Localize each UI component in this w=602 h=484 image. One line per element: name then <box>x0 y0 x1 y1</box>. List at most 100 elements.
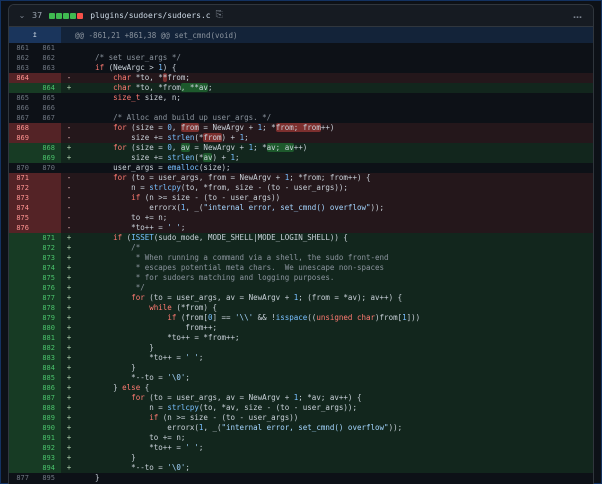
old-line-number[interactable]: 877 <box>9 473 35 483</box>
new-line-number[interactable] <box>35 213 61 223</box>
new-line-number[interactable]: 884 <box>35 363 61 373</box>
new-line-number[interactable] <box>35 183 61 193</box>
code-cell: + */ <box>61 283 593 293</box>
old-line-number[interactable]: 874 <box>9 203 35 213</box>
old-line-number[interactable]: 862 <box>9 53 35 63</box>
old-line-number[interactable]: 876 <box>9 223 35 233</box>
old-line-number[interactable] <box>9 153 35 163</box>
new-line-number[interactable]: 874 <box>35 263 61 273</box>
new-line-number[interactable]: 877 <box>35 293 61 303</box>
new-line-number[interactable]: 892 <box>35 443 61 453</box>
copy-path-icon[interactable]: ⎘ <box>216 11 223 20</box>
old-line-number[interactable] <box>9 463 35 473</box>
old-line-number[interactable] <box>9 363 35 373</box>
old-line-number[interactable]: 872 <box>9 183 35 193</box>
old-line-number[interactable] <box>9 383 35 393</box>
expand-hunk-button[interactable]: ↥ <box>9 27 61 43</box>
old-line-number[interactable] <box>9 343 35 353</box>
new-line-number[interactable]: 891 <box>35 433 61 443</box>
new-line-number[interactable] <box>35 223 61 233</box>
old-line-number[interactable] <box>9 403 35 413</box>
old-line-number[interactable] <box>9 453 35 463</box>
new-line-number[interactable]: 888 <box>35 403 61 413</box>
old-line-number[interactable] <box>9 263 35 273</box>
old-line-number[interactable]: 868 <box>9 123 35 133</box>
new-line-number[interactable]: 876 <box>35 283 61 293</box>
new-line-number[interactable]: 890 <box>35 423 61 433</box>
old-line-number[interactable] <box>9 313 35 323</box>
old-line-number[interactable] <box>9 393 35 403</box>
new-line-number[interactable]: 894 <box>35 463 61 473</box>
old-line-number[interactable] <box>9 143 35 153</box>
old-line-number[interactable] <box>9 233 35 243</box>
old-line-number[interactable]: 869 <box>9 133 35 143</box>
new-line-number[interactable]: 866 <box>35 103 61 113</box>
old-line-number[interactable] <box>9 293 35 303</box>
old-line-number[interactable] <box>9 323 35 333</box>
old-line-number[interactable] <box>9 273 35 283</box>
old-line-number[interactable] <box>9 83 35 93</box>
code-token <box>77 293 131 302</box>
new-line-number[interactable] <box>35 193 61 203</box>
new-line-number[interactable] <box>35 203 61 213</box>
old-line-number[interactable] <box>9 433 35 443</box>
new-line-number[interactable]: 889 <box>35 413 61 423</box>
new-line-number[interactable]: 871 <box>35 233 61 243</box>
new-line-number[interactable]: 887 <box>35 393 61 403</box>
old-line-number[interactable] <box>9 303 35 313</box>
old-line-number[interactable]: 875 <box>9 213 35 223</box>
new-line-number[interactable]: 880 <box>35 323 61 333</box>
new-line-number[interactable] <box>35 133 61 143</box>
code-token: errorx( <box>77 203 181 212</box>
old-line-number[interactable] <box>9 283 35 293</box>
new-line-number[interactable]: 881 <box>35 333 61 343</box>
code-line: to += n; <box>77 213 593 223</box>
old-line-number[interactable]: 863 <box>9 63 35 73</box>
old-line-number[interactable]: 866 <box>9 103 35 113</box>
new-line-number[interactable]: 873 <box>35 253 61 263</box>
old-line-number[interactable] <box>9 373 35 383</box>
new-line-number[interactable]: 895 <box>35 473 61 483</box>
old-line-number[interactable]: 864 <box>9 73 35 83</box>
new-line-number[interactable] <box>35 73 61 83</box>
new-line-number[interactable]: 882 <box>35 343 61 353</box>
new-line-number[interactable]: 893 <box>35 453 61 463</box>
new-line-number[interactable]: 872 <box>35 243 61 253</box>
old-line-number[interactable]: 873 <box>9 193 35 203</box>
new-line-number[interactable]: 868 <box>35 143 61 153</box>
old-line-number[interactable] <box>9 423 35 433</box>
new-line-number[interactable]: 862 <box>35 53 61 63</box>
new-line-number[interactable]: 863 <box>35 63 61 73</box>
old-line-number[interactable]: 865 <box>9 93 35 103</box>
new-line-number[interactable]: 879 <box>35 313 61 323</box>
new-line-number[interactable]: 864 <box>35 83 61 93</box>
new-line-number[interactable]: 867 <box>35 113 61 123</box>
collapse-file-chevron-icon[interactable]: ⌄ <box>17 11 27 20</box>
new-line-number[interactable]: 883 <box>35 353 61 363</box>
old-line-number[interactable] <box>9 353 35 363</box>
new-line-number[interactable]: 875 <box>35 273 61 283</box>
new-line-number[interactable] <box>35 173 61 183</box>
code-line: *to++ = *from++; <box>77 333 593 343</box>
file-options-kebab-icon[interactable]: … <box>573 11 583 21</box>
old-line-number[interactable] <box>9 243 35 253</box>
new-line-number[interactable]: 861 <box>35 43 61 53</box>
old-line-number[interactable]: 867 <box>9 113 35 123</box>
new-line-number[interactable] <box>35 123 61 133</box>
old-line-number[interactable] <box>9 253 35 263</box>
diff-row-addition: 880+ from++; <box>9 323 593 333</box>
new-line-number[interactable]: 870 <box>35 163 61 173</box>
old-line-number[interactable]: 870 <box>9 163 35 173</box>
old-line-number[interactable] <box>9 413 35 423</box>
new-line-number[interactable]: 865 <box>35 93 61 103</box>
new-line-number[interactable]: 869 <box>35 153 61 163</box>
new-line-number[interactable]: 885 <box>35 373 61 383</box>
old-line-number[interactable] <box>9 333 35 343</box>
old-line-number[interactable]: 871 <box>9 173 35 183</box>
new-line-number[interactable]: 886 <box>35 383 61 393</box>
file-path-link[interactable]: plugins/sudoers/sudoers.c <box>90 11 210 20</box>
old-line-number[interactable]: 861 <box>9 43 35 53</box>
new-line-number[interactable]: 878 <box>35 303 61 313</box>
code-token: if <box>131 193 140 202</box>
old-line-number[interactable] <box>9 443 35 453</box>
